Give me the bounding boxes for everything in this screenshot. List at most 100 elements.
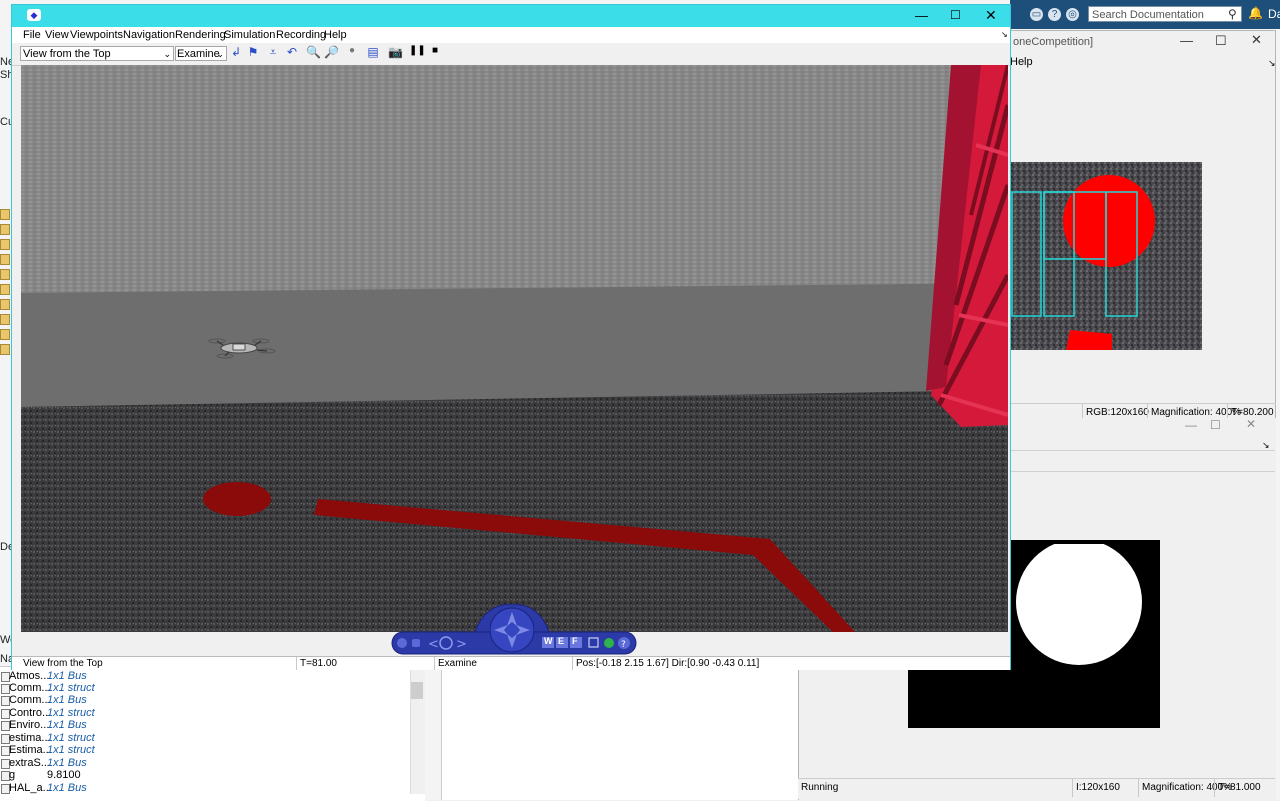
folder-icon[interactable] [0, 224, 10, 235]
chevron-down-icon: ⌄ [216, 49, 224, 59]
rgb-camera-image [1008, 162, 1202, 350]
viewer-status-bar: View from the Top T=81.00 Examine Pos:[-… [12, 656, 1010, 670]
notes-icon[interactable]: ▤ [366, 45, 380, 59]
stop-icon[interactable]: ■ [428, 45, 442, 56]
workspace-table: Atmos... 1x1 Bus Comm... 1x1 struct Comm..… [0, 666, 425, 801]
minimize-icon[interactable]: — [1185, 418, 1197, 432]
nav-e-label: E [558, 636, 565, 646]
record-icon[interactable]: ● [345, 45, 359, 56]
dock-arrow-icon[interactable]: ↘ [1268, 58, 1276, 69]
nav-left-icon[interactable]: < [428, 637, 439, 652]
menu-viewpoints[interactable]: Viewpoints [70, 29, 123, 41]
mode-select-value: Examine [177, 48, 220, 60]
wall-lower [21, 283, 1008, 407]
landing-circle [1063, 175, 1155, 267]
rgb-window-title: oneCompetition] [1013, 36, 1094, 48]
camera-icon[interactable]: 📷 [388, 45, 403, 59]
folder-icon[interactable] [0, 329, 10, 340]
table-row[interactable]: Estima... 1x1 struct [0, 744, 410, 756]
maximize-icon[interactable]: ☐ [950, 8, 961, 22]
folder-icon[interactable] [0, 344, 10, 355]
viewpoint-select-value: View from the Top [23, 48, 111, 60]
floor [21, 390, 1008, 632]
table-row[interactable]: Comm... 1x1 struct [0, 682, 410, 694]
nav-toggle-icon[interactable] [412, 639, 420, 647]
menu-help[interactable]: Help [324, 29, 347, 41]
status-state: Running [801, 782, 839, 793]
status-position: Pos:[-0.18 2.15 1.67] Dir:[0.90 -0.43 0.… [572, 657, 759, 670]
workspace-scrollbar-thumb[interactable] [411, 682, 423, 699]
chevron-down-icon: ⌄ [163, 49, 171, 59]
menu-simulation[interactable]: Simulation [224, 29, 275, 41]
zoom-out-icon[interactable]: 🔎 [324, 45, 339, 59]
close-icon[interactable]: ✕ [985, 7, 997, 24]
search-icon[interactable]: ⚲ [1228, 7, 1237, 21]
table-row[interactable]: g 9.8100 [0, 769, 410, 781]
command-window-pane[interactable] [441, 666, 800, 800]
menu-rendering[interactable]: Rendering [175, 29, 226, 41]
viewpoint-select[interactable]: View from the Top ⌄ [20, 46, 174, 61]
table-row[interactable]: extraS... 1x1 Bus [0, 757, 410, 769]
straighten-up-icon[interactable]: ⩡ [266, 45, 280, 60]
table-row[interactable]: estima... 1x1 struct [0, 732, 410, 744]
nav-f-label: F [572, 636, 578, 646]
binary-status-bar: Running I:120x160 Magnification: 400% T=… [798, 778, 1275, 799]
search-documentation-input[interactable]: Search Documentation [1088, 6, 1242, 22]
pause-icon[interactable]: ❚❚ [409, 45, 426, 56]
viewer-titlebar[interactable] [12, 5, 1010, 27]
minimize-icon[interactable]: — [915, 8, 928, 23]
folder-icon[interactable] [0, 239, 10, 250]
navigation-panel-svg: < > ? [391, 603, 637, 655]
maximize-icon[interactable]: ☐ [1215, 33, 1227, 49]
folder-icon[interactable] [0, 254, 10, 265]
nav-help-glyph: ? [621, 640, 626, 650]
wall-upper [21, 65, 1008, 295]
divider [1010, 471, 1275, 472]
table-row[interactable]: Comm... 1x1 Bus [0, 694, 410, 706]
close-icon[interactable]: ✕ [1251, 32, 1262, 48]
dock-arrow-icon[interactable]: ↘ [1001, 30, 1008, 39]
minimize-icon[interactable]: — [1180, 33, 1193, 48]
maximize-icon[interactable]: ☐ [1210, 418, 1221, 432]
user-account-label[interactable]: Da [1268, 7, 1280, 21]
help-icon[interactable]: ? [1048, 8, 1061, 21]
app-logo-icon: ◆ [27, 9, 41, 21]
layout-icon[interactable]: ▭ [1030, 8, 1043, 21]
close-icon[interactable]: ✕ [1246, 417, 1256, 431]
community-icon[interactable]: ◎ [1066, 8, 1079, 21]
table-row[interactable]: HAL_a... 1x1 Bus [0, 782, 410, 794]
landing-pad [203, 482, 271, 516]
flag-icon[interactable]: ⚑ [246, 45, 260, 59]
menu-help[interactable]: Help [1010, 56, 1033, 68]
undo-move-icon[interactable]: ↶ [285, 45, 299, 59]
detected-circle-blob [1016, 539, 1142, 665]
folder-icon[interactable] [0, 209, 10, 220]
folder-icon[interactable] [0, 299, 10, 310]
menu-navigation[interactable]: Navigation [123, 29, 175, 41]
navigation-mode-select[interactable]: Examine ⌄ [175, 46, 227, 61]
3d-scene-canvas[interactable] [21, 65, 1008, 632]
table-row[interactable]: Atmos... 1x1 Bus [0, 670, 410, 682]
menu-recording[interactable]: Recording [276, 29, 326, 41]
notification-bell-icon[interactable]: 🔔 [1248, 6, 1263, 20]
table-row[interactable]: Enviro... 1x1 Bus [0, 719, 410, 731]
folder-icon[interactable] [0, 314, 10, 325]
status-size: I:120x160 [1072, 779, 1120, 797]
nav-w-label: W [544, 636, 553, 646]
status-mode: Examine [434, 657, 477, 670]
menu-file[interactable]: File [23, 29, 41, 41]
folder-icon[interactable] [0, 284, 10, 295]
zoom-in-icon[interactable]: 🔍 [306, 45, 321, 59]
navigation-panel: < > ? W E F [390, 603, 640, 655]
table-row[interactable]: Contro... 1x1 struct [0, 707, 410, 719]
return-to-viewpoint-icon[interactable]: ↲ [229, 45, 243, 59]
3d-scene-svg [21, 65, 1008, 632]
folder-icon[interactable] [0, 269, 10, 280]
menu-view[interactable]: View [45, 29, 69, 41]
divider [1010, 450, 1275, 451]
nav-right-icon[interactable]: > [456, 637, 467, 652]
nav-close-icon[interactable] [397, 638, 407, 648]
nav-status-icon[interactable] [604, 638, 614, 648]
status-time: T=81.00 [296, 657, 337, 670]
status-viewpoint: View from the Top [23, 658, 103, 669]
